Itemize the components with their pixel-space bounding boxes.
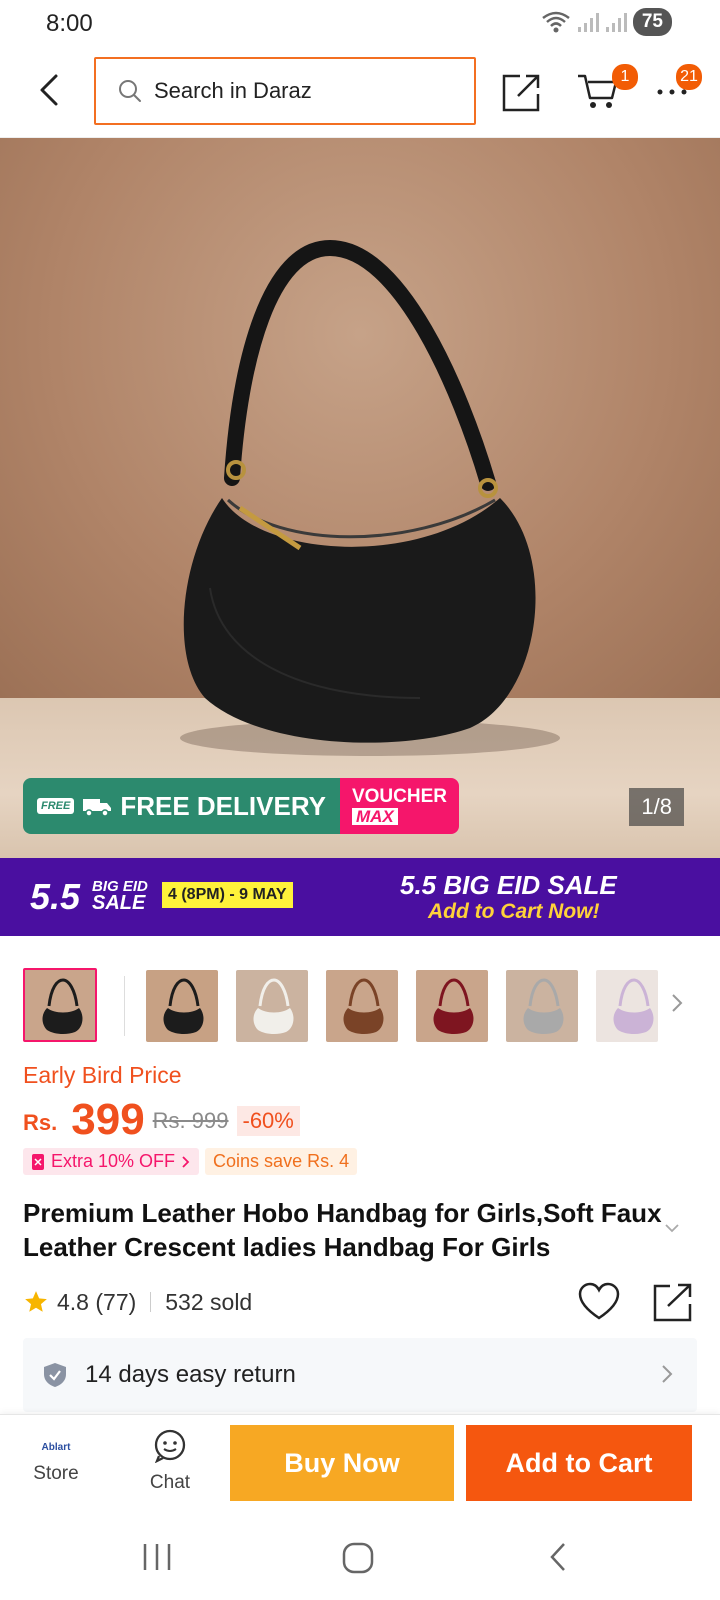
delivery-truck-icon [83, 799, 112, 817]
expand-title-chevron-icon[interactable] [664, 1222, 680, 1234]
sold-count: 532 sold [165, 1288, 253, 1315]
rating-row[interactable]: 4.8 (77) 532 sold [23, 1286, 252, 1318]
extra-off-label: Extra 10% OFF [51, 1151, 176, 1171]
sale-number: 5.5 [30, 876, 81, 917]
easy-return-row[interactable]: 14 days easy return [23, 1338, 697, 1412]
variant-thumbnail[interactable] [236, 970, 308, 1042]
sale-headline: 5.5 BIG EID SALE [400, 870, 617, 900]
back-arrow-icon[interactable] [30, 70, 70, 110]
variant-thumbnail[interactable] [326, 970, 398, 1042]
status-icons: 75 [541, 8, 672, 36]
variant-thumbnails [0, 962, 720, 1042]
battery-indicator: 75 [632, 8, 672, 36]
search-icon [119, 80, 141, 102]
chat-label: Chat [149, 1472, 191, 1493]
big-eid-sale-logo: BIG EID SALE [92, 879, 148, 914]
store-logo: Ablart [41, 1442, 71, 1453]
thumbnails-next-chevron-icon[interactable] [670, 992, 684, 1014]
share-product-icon[interactable] [652, 1282, 694, 1322]
variant-thumbnail[interactable] [23, 968, 97, 1042]
easy-return-label: 14 days easy return [85, 1361, 296, 1388]
cart-button[interactable]: 1 [576, 64, 638, 112]
heart-icon[interactable] [578, 1282, 620, 1322]
search-placeholder: Search in Daraz [154, 78, 312, 103]
back-nav-icon[interactable] [546, 1540, 570, 1574]
signal-icon-2 [605, 13, 627, 32]
search-input[interactable]: Search in Daraz [94, 57, 476, 125]
free-delivery-badge: FREE FREE DELIVERY [23, 778, 340, 834]
status-time: 8:00 [46, 10, 93, 37]
cart-count-badge: 1 [612, 64, 638, 90]
voucher-max-label: MAX [351, 808, 398, 825]
chat-icon [154, 1429, 186, 1464]
variant-thumbnail[interactable] [146, 970, 218, 1042]
status-bar: 8:00 75 [0, 0, 720, 46]
signal-icon [577, 13, 599, 32]
product-image-gallery[interactable]: FREE FREE DELIVERY VOUCHER MAX 1/8 [0, 138, 720, 858]
price-currency: Rs. [23, 1110, 58, 1135]
handbag-thumbnail-image [343, 978, 384, 1035]
early-bird-label: Early Bird Price [23, 1062, 182, 1088]
voucher-icon [32, 1153, 44, 1170]
bottom-action-bar: Ablart Store Chat Buy Now Add to Cart [0, 1414, 720, 1514]
share-icon[interactable] [500, 70, 544, 114]
handbag-thumbnail-image [163, 978, 204, 1035]
handbag-thumbnail-image [523, 978, 564, 1035]
extra-off-tag[interactable]: Extra 10% OFF [23, 1148, 200, 1175]
buy-now-button[interactable]: Buy Now [230, 1425, 454, 1501]
original-price: Rs. 999 [152, 1108, 229, 1133]
chat-button[interactable]: Chat [134, 1429, 206, 1494]
free-delivery-label: FREE DELIVERY [120, 790, 326, 821]
wifi-icon [542, 11, 570, 33]
coins-save-tag[interactable]: Coins save Rs. 4 [205, 1148, 358, 1175]
voucher-max-badge: VOUCHER MAX [339, 778, 459, 834]
more-menu-button[interactable]: 21 [652, 64, 702, 114]
handbag-thumbnail-image [42, 978, 83, 1035]
chevron-right-icon [662, 1365, 673, 1383]
star-icon [25, 1291, 47, 1312]
header: Search in Daraz 1 21 [0, 46, 720, 138]
free-delivery-voucher-banner: FREE FREE DELIVERY VOUCHER MAX [23, 778, 459, 834]
store-label: Store [33, 1463, 79, 1484]
variant-thumbnail[interactable] [596, 970, 658, 1042]
sale-cta: Add to Cart Now! [428, 900, 600, 923]
store-button[interactable]: Ablart Store [20, 1437, 92, 1485]
variant-thumbnail[interactable] [506, 970, 578, 1042]
voucher-label: VOUCHER [351, 786, 447, 807]
shield-check-icon [44, 1363, 66, 1387]
system-navigation-bar [0, 1514, 720, 1600]
handbag-thumbnail-image [253, 978, 294, 1035]
discount-badge: -60% [236, 1106, 300, 1136]
home-icon[interactable] [340, 1540, 376, 1576]
image-counter: 1/8 [629, 788, 684, 826]
rating-value: 4.8 (77) [57, 1288, 137, 1315]
add-to-cart-button[interactable]: Add to Cart [466, 1425, 692, 1501]
promo-tags: Extra 10% OFF Coins save Rs. 4 [23, 1148, 358, 1175]
product-image [180, 239, 560, 756]
current-price: 399 [71, 1095, 145, 1144]
chevron-right-icon [182, 1155, 190, 1168]
product-title: Premium Leather Hobo Handbag for Girls,S… [23, 1198, 662, 1262]
eid-sale-banner[interactable]: 5.5 BIG EID SALE 4 (8PM) - 9 MAY 5.5 BIG… [0, 858, 720, 936]
variant-thumbnail[interactable] [416, 970, 488, 1042]
notification-count-badge: 21 [676, 64, 702, 90]
free-tag: FREE [37, 798, 75, 814]
sale-text: SALE [92, 892, 146, 914]
handbag-thumbnail-image [613, 978, 654, 1035]
sale-dates: 4 (8PM) - 9 MAY [162, 882, 293, 908]
handbag-thumbnail-image [433, 978, 474, 1035]
recent-apps-icon[interactable] [140, 1540, 174, 1574]
price-row: Rs. 399 Rs. 999 -60% [23, 1094, 300, 1142]
